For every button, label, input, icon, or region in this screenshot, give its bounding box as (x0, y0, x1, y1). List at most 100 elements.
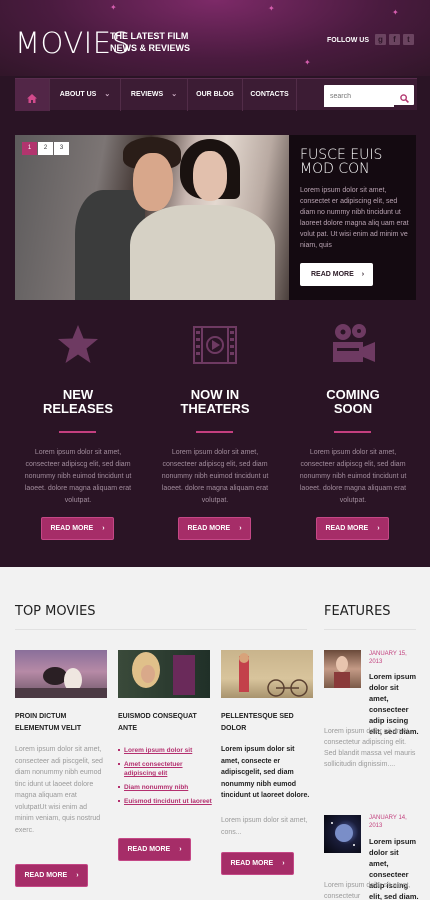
feature-excerpt: Lorem ipsum dolor sit amet, consectetur … (324, 728, 416, 768)
twitter-icon[interactable]: t (403, 34, 414, 45)
chevron-right-icon: › (102, 525, 105, 532)
chevron-right-icon: › (239, 525, 242, 532)
button-label: READ MORE (50, 525, 94, 532)
movie-text-secondary: Lorem ipsum dolor sit amet, cons... (221, 817, 308, 836)
top-movies-heading: TOP MOVIES (15, 604, 96, 619)
hero-read-more-button[interactable]: READ MORE › (300, 263, 373, 286)
button-label: READ MORE (127, 846, 171, 853)
column-title-line: NEW (62, 387, 94, 402)
column-title: NEW RELEASES (18, 388, 138, 416)
column-title: NOW IN THEATERS (155, 388, 275, 416)
follow-us-label: FOLLOW US (327, 37, 369, 44)
feature-thumbnail[interactable] (324, 815, 361, 853)
chevron-right-icon: › (179, 846, 182, 853)
movie-link-list: Lorem ipsum dolor sit Amet consectetuer … (118, 746, 213, 811)
movie-thumbnail[interactable] (221, 650, 313, 698)
google-plus-icon[interactable]: g (375, 34, 386, 45)
movie-read-more-button[interactable]: READ MORE › (221, 852, 294, 875)
features-heading: FEATURES (324, 604, 391, 619)
divider (324, 629, 416, 630)
search-box (324, 85, 414, 107)
divider (15, 629, 307, 630)
feature-date-line: 2013 (369, 823, 383, 829)
column-title-line: COMING (326, 387, 380, 402)
nav-item-label: CONTACTS (250, 91, 289, 98)
nav-item-label: OUR BLOG (196, 91, 234, 98)
star-icon (18, 318, 138, 368)
chevron-down-icon: ⌄ (171, 91, 178, 98)
button-label: READ MORE (24, 872, 68, 879)
chevron-right-icon: › (282, 860, 285, 867)
nav-home[interactable] (15, 79, 49, 111)
column-title-line: SOON (333, 401, 373, 416)
feature-excerpt: Lorem ipsum dolor sit amet, consectetur (324, 882, 411, 900)
nav-item-label: REVIEWS (130, 91, 164, 98)
column-title-line: THEATERS (180, 401, 250, 416)
movie-read-more-button[interactable]: READ MORE › (15, 864, 88, 887)
feature-date-line: JANUARY 14, (369, 815, 407, 821)
movie-title[interactable]: PELLENTESQUE SED DOLOR (221, 711, 316, 735)
coming-soon-read-more-button[interactable]: READ MORE › (316, 517, 389, 540)
site-tagline: THE LATEST FILM NEWS & REVIEWS (110, 30, 190, 54)
slider-page-1[interactable]: 1 (22, 142, 37, 155)
column-title: COMING SOON (293, 388, 413, 416)
film-play-icon (155, 318, 275, 368)
column-text: Lorem ipsum dolor sit amet, consecteer a… (161, 449, 269, 504)
feature-thumbnail[interactable] (324, 650, 361, 688)
movie-read-more-button[interactable]: READ MORE › (118, 838, 191, 861)
feature-date-line: JANUARY 15, (369, 651, 407, 657)
header: ✦ ✦ ✦ ✦ MOVIES THE LATEST FILM NEWS & RE… (0, 0, 430, 76)
projector-icon (293, 318, 413, 368)
nav-item-reviews[interactable]: REVIEWS ⌄ (120, 79, 187, 111)
now-in-theaters-read-more-button[interactable]: READ MORE › (178, 517, 251, 540)
chevron-down-icon: ⌄ (104, 91, 111, 98)
movie-link[interactable]: Diam nonummy nibh (118, 783, 213, 792)
slider-page-2[interactable]: 2 (38, 142, 53, 155)
feature-date: JANUARY 15, 2013 (369, 650, 419, 666)
search-input[interactable] (324, 86, 394, 107)
hero-image: 1 2 3 (15, 135, 289, 300)
divider (59, 431, 96, 433)
new-releases-read-more-button[interactable]: READ MORE › (41, 517, 114, 540)
chevron-right-icon: › (361, 271, 365, 278)
nav-item-contacts[interactable]: CONTACTS (242, 79, 297, 111)
nav-item-label: ABOUT US (59, 91, 97, 98)
hero-image-part (193, 151, 227, 201)
movie-title[interactable]: EUISMOD CONSEQUAT ANTE (118, 711, 213, 735)
column-title-line: NOW IN (190, 387, 240, 402)
movie-link[interactable]: Lorem ipsum dolor sit (118, 746, 213, 755)
tagline-line-2: NEWS & REVIEWS (110, 43, 191, 53)
column-text: Lorem ipsum dolor sit amet, consecteer a… (299, 449, 407, 504)
slider-page-3[interactable]: 3 (54, 142, 69, 155)
content-section: TOP MOVIES FEATURES PROIN DICTUM ELEMENT… (0, 567, 430, 900)
home-icon (27, 90, 37, 103)
column-title-line: RELEASES (42, 401, 114, 416)
facebook-icon[interactable]: f (389, 34, 400, 45)
chevron-right-icon: › (76, 872, 79, 879)
nav-item-our-blog[interactable]: OUR BLOG (187, 79, 242, 111)
hero-image-part (133, 153, 173, 211)
main-nav: ABOUT US ⌄ REVIEWS ⌄ OUR BLOG CONTACTS (15, 78, 417, 111)
feature-date: JANUARY 14, 2013 (369, 814, 419, 830)
button-label: READ MORE (325, 525, 369, 532)
hero-text: Lorem ipsum dolor sit amet, consectet er… (300, 187, 409, 249)
nav-item-about-us[interactable]: ABOUT US ⌄ (49, 79, 120, 111)
movie-text: Lorem ipsum dolor sit amet, consecte er … (221, 746, 310, 799)
search-icon[interactable] (400, 90, 409, 103)
button-label: READ MORE (311, 271, 354, 278)
movie-thumbnail[interactable] (118, 650, 210, 698)
divider (196, 431, 233, 433)
movie-link[interactable]: Euismod tincidunt ut laoreet (118, 797, 213, 806)
feature-date-line: 2013 (369, 659, 383, 665)
sparkle-decoration: ✦ (110, 3, 117, 12)
movie-thumbnail[interactable] (15, 650, 107, 698)
movie-text: Lorem ipsum dolor sit amet, consecteer a… (15, 746, 103, 834)
tagline-line-1: THE LATEST FILM (110, 31, 189, 41)
chevron-right-icon: › (377, 525, 380, 532)
movie-title[interactable]: PROIN DICTUM ELEMENTUM VELIT (15, 711, 110, 735)
hero-slider: 1 2 3 FUSCE EUIS MOD CON Lorem ipsum dol… (15, 135, 416, 300)
sparkle-decoration: ✦ (268, 4, 275, 13)
column-text: Lorem ipsum dolor sit amet, consecteer a… (24, 449, 132, 504)
divider (334, 431, 371, 433)
movie-link[interactable]: Amet consectetuer adipiscing elit (118, 760, 213, 778)
